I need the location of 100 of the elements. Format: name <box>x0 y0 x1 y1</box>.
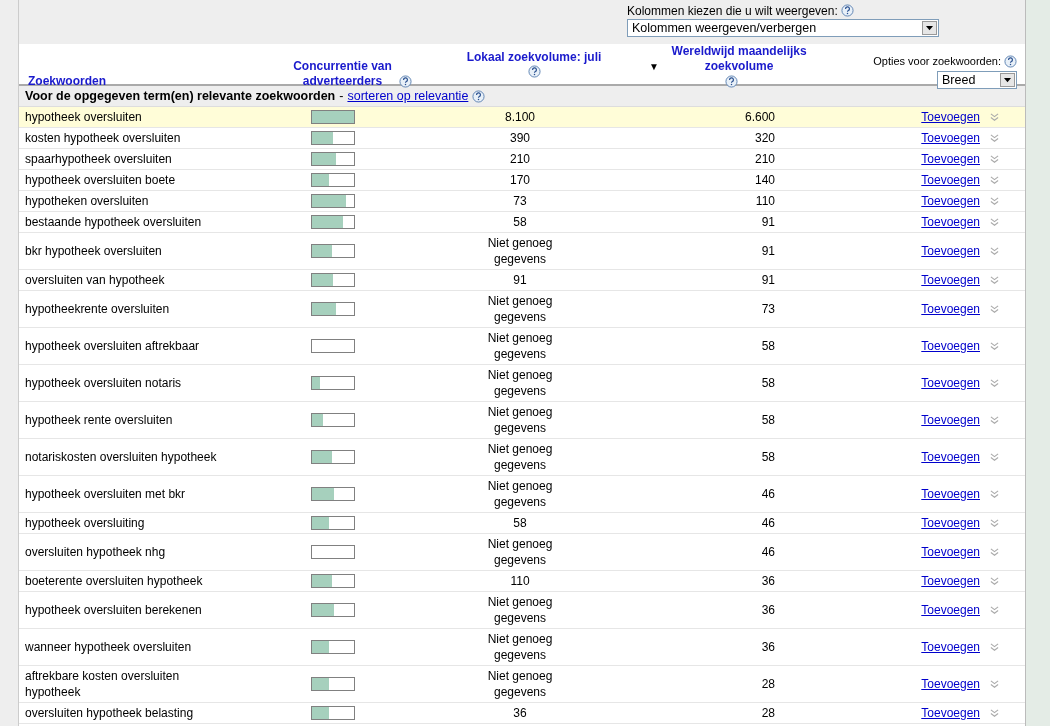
match-type-dropdown[interactable]: Breed <box>937 71 1017 89</box>
add-link[interactable]: Toevoegen <box>921 193 980 209</box>
chevron-down-icon[interactable] <box>990 133 999 143</box>
local-volume-cell-text: Niet genoeg gegevens <box>486 478 554 510</box>
chevron-down-icon[interactable] <box>990 605 999 615</box>
local-volume-cell-text: Niet genoeg gegevens <box>486 536 554 568</box>
chevron-down-icon[interactable] <box>990 576 999 586</box>
keyword-cell: hypotheek oversluiten berekenen <box>25 602 202 618</box>
add-link[interactable]: Toevoegen <box>921 449 980 465</box>
keyword-cell: hypotheek oversluiten boete <box>25 172 176 188</box>
local-volume-cell-text: 8.100 <box>504 109 536 125</box>
keyword-cell-text: aftrekbare kosten oversluiten hypotheek <box>25 668 181 700</box>
chevron-down-icon[interactable] <box>990 642 999 652</box>
local-volume-cell-text: Niet genoeg gegevens <box>486 668 554 700</box>
chevron-down-icon[interactable] <box>990 196 999 206</box>
chevron-down-icon[interactable] <box>990 112 999 122</box>
help-icon[interactable] <box>725 75 738 89</box>
global-volume-cell: 6.600 <box>744 109 775 125</box>
add-link[interactable]: Toevoegen <box>921 243 980 259</box>
add-link[interactable]: Toevoegen <box>921 375 980 391</box>
add-link[interactable]: Toevoegen <box>921 130 980 146</box>
local-volume-cell-text: 58 <box>512 214 528 230</box>
global-volume-cell: 58 <box>761 338 775 354</box>
add-link[interactable]: Toevoegen <box>921 214 980 230</box>
chevron-down-icon[interactable] <box>990 341 999 351</box>
sort-relevance-link[interactable]: sorteren op relevantie <box>347 89 469 103</box>
help-icon[interactable] <box>398 75 412 89</box>
global-volume-cell: 91 <box>761 272 775 288</box>
chevron-down-icon[interactable] <box>990 452 999 462</box>
column-header-link[interactable]: Concurrentie van adverteerders <box>286 59 399 89</box>
add-link[interactable]: Toevoegen <box>921 676 980 692</box>
keyword-cell: oversluiten van hypotheek <box>25 272 165 288</box>
global-volume-cell: 58 <box>761 375 775 391</box>
column-header-link[interactable]: Lokaal zoekvolume: juli <box>466 50 602 65</box>
local-volume-cell-text: 110 <box>509 573 531 589</box>
add-link[interactable]: Toevoegen <box>921 573 980 589</box>
add-link[interactable]: Toevoegen <box>921 151 980 167</box>
keyword-cell: notariskosten oversluiten hypotheek <box>25 449 217 465</box>
chevron-down-icon[interactable] <box>990 154 999 164</box>
add-link[interactable]: Toevoegen <box>921 602 980 618</box>
help-icon[interactable] <box>527 65 541 78</box>
local-volume-cell-text: 73 <box>512 193 528 209</box>
chevron-down-icon[interactable] <box>990 415 999 425</box>
keyword-cell: hypotheek oversluiten notaris <box>25 375 182 391</box>
help-icon[interactable] <box>1004 55 1017 68</box>
keyword-cell: hypotheek oversluiten aftrekbaar <box>25 338 200 354</box>
keyword-cell: hypotheekrente oversluiten <box>25 301 170 317</box>
local-volume-cell-text: Niet genoeg gegevens <box>486 367 554 399</box>
column-header-link[interactable]: Zoekwoorden <box>28 74 106 89</box>
keyword-cell: hypotheken oversluiten <box>25 193 149 209</box>
global-volume-cell: 140 <box>754 172 775 188</box>
add-link[interactable]: Toevoegen <box>921 639 980 655</box>
add-link[interactable]: Toevoegen <box>921 172 980 188</box>
keyword-cell: bestaande hypotheek oversluiten <box>25 214 202 230</box>
global-volume-cell: 73 <box>761 301 775 317</box>
global-volume-cell: 36 <box>761 602 775 618</box>
help-icon[interactable] <box>840 4 854 17</box>
keyword-cell: kosten hypotheek oversluiten <box>25 130 181 146</box>
add-link[interactable]: Toevoegen <box>921 412 980 428</box>
chevron-down-icon[interactable] <box>990 378 999 388</box>
global-volume-cell: 46 <box>761 486 775 502</box>
chevron-down-icon[interactable] <box>990 489 999 499</box>
chevron-down-icon[interactable] <box>990 275 999 285</box>
column-chooser-dropdown[interactable]: Kolommen weergeven/verbergen <box>627 19 939 37</box>
global-volume-cell: 58 <box>761 412 775 428</box>
local-volume-cell-text: 91 <box>512 272 528 288</box>
chevron-down-icon[interactable] <box>990 217 999 227</box>
local-volume-cell-text: Niet genoeg gegevens <box>486 330 554 362</box>
add-link[interactable]: Toevoegen <box>921 301 980 317</box>
chevron-down-icon[interactable] <box>990 304 999 314</box>
local-volume-cell-text: Niet genoeg gegevens <box>486 404 554 436</box>
add-link[interactable]: Toevoegen <box>921 109 980 125</box>
global-volume-cell: 58 <box>761 449 775 465</box>
chevron-down-icon[interactable] <box>990 679 999 689</box>
add-link[interactable]: Toevoegen <box>921 544 980 560</box>
keyword-cell: oversluiten hypotheek belasting <box>25 705 194 721</box>
keyword-cell: bkr hypotheek oversluiten <box>25 243 162 259</box>
keyword-cell: boeterente oversluiten hypotheek <box>25 573 203 589</box>
keyword-cell: hypotheek oversluiting <box>25 515 145 531</box>
global-volume-cell: 320 <box>754 130 775 146</box>
global-volume-cell: 46 <box>761 544 775 560</box>
keyword-cell: wanneer hypotheek oversluiten <box>25 639 192 655</box>
local-volume-cell-text: Niet genoeg gegevens <box>486 293 554 325</box>
chevron-down-icon[interactable] <box>990 518 999 528</box>
add-link[interactable]: Toevoegen <box>921 486 980 502</box>
local-volume-cell-text: Niet genoeg gegevens <box>486 594 554 626</box>
local-volume-cell-text: 36 <box>512 705 528 721</box>
match-options-label: Opties voor zoekwoorden: <box>873 54 1001 69</box>
add-link[interactable]: Toevoegen <box>921 515 980 531</box>
column-header-link[interactable]: Wereldwijd maandelijks zoekvolume <box>664 44 815 74</box>
chevron-down-icon[interactable] <box>990 708 999 718</box>
add-link[interactable]: Toevoegen <box>921 338 980 354</box>
add-link[interactable]: Toevoegen <box>921 705 980 721</box>
chevron-down-icon[interactable] <box>990 547 999 557</box>
add-link[interactable]: Toevoegen <box>921 272 980 288</box>
global-volume-cell: 36 <box>761 639 775 655</box>
chevron-down-icon[interactable] <box>990 175 999 185</box>
chevron-down-icon[interactable] <box>990 246 999 256</box>
global-volume-cell: 210 <box>754 151 775 167</box>
help-icon[interactable] <box>472 89 486 103</box>
